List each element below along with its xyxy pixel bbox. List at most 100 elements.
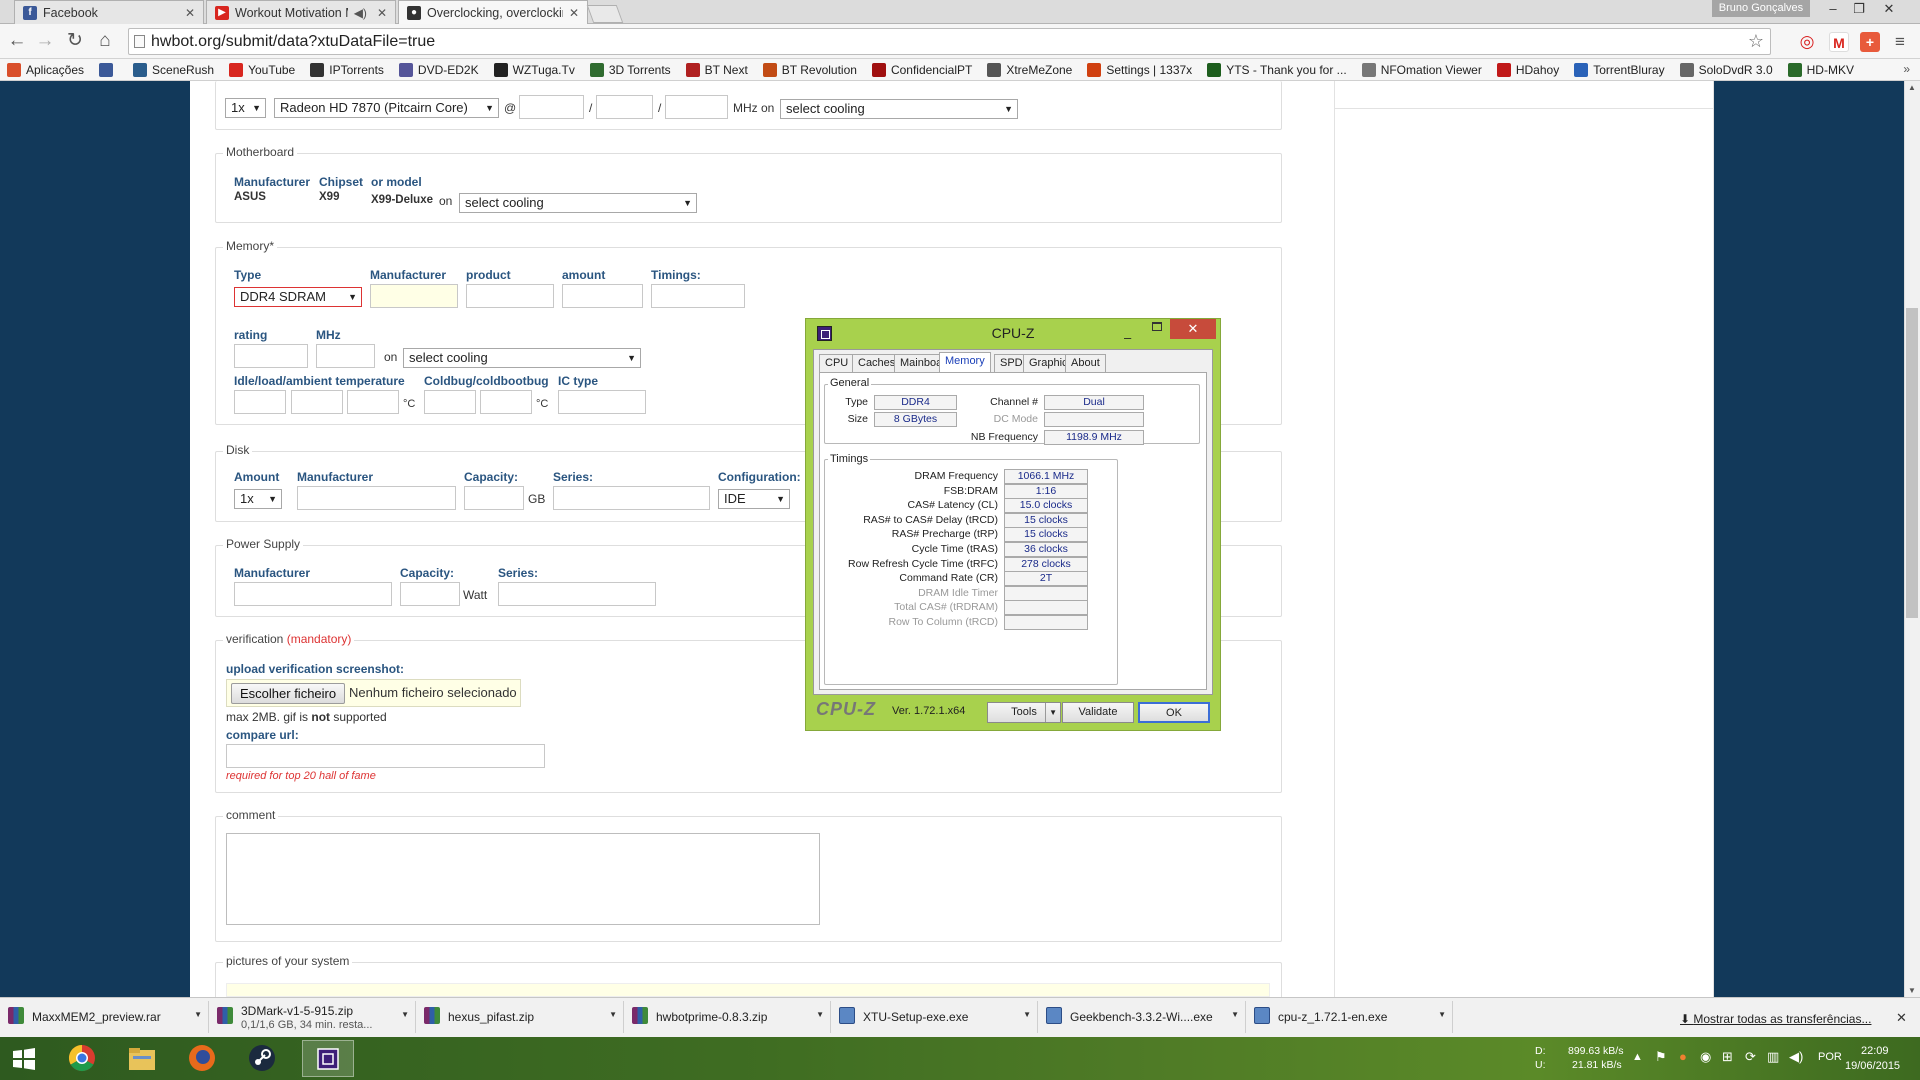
chevron-down-icon[interactable]: ▼: [194, 1010, 202, 1019]
download-item[interactable]: Geekbench-3.3.2-Wi....exe ▼: [1040, 1001, 1246, 1033]
psu-capacity-input[interactable]: [400, 582, 460, 606]
tab-workout-motivation[interactable]: ▶ Workout Motivation M ◀) ✕: [206, 0, 396, 24]
bookmark-item[interactable]: YouTube: [229, 62, 295, 77]
language-indicator[interactable]: POR: [1818, 1051, 1842, 1063]
gpu-shader-clock-input[interactable]: [596, 95, 653, 119]
chevron-down-icon[interactable]: ▼: [816, 1010, 824, 1019]
cpuz-tab-cpu[interactable]: CPU: [819, 354, 855, 372]
bookmark-item[interactable]: DVD-ED2K: [398, 62, 479, 77]
disk-capacity-input[interactable]: [464, 486, 524, 510]
bookmark-item[interactable]: YTS - Thank you for ...: [1207, 62, 1347, 77]
close-icon[interactable]: ✕: [377, 6, 387, 20]
cpuz-title-bar[interactable]: CPU-Z – ✕: [806, 319, 1220, 349]
star-icon[interactable]: ☆: [1748, 29, 1764, 54]
close-window-button[interactable]: ✕: [1874, 0, 1904, 18]
bookmark-item[interactable]: NFOmation Viewer: [1361, 62, 1482, 77]
chevron-down-icon[interactable]: ▼: [1438, 1010, 1446, 1019]
file-upload-field[interactable]: Escolher ficheiro Nenhum ficheiro seleci…: [226, 679, 521, 707]
maximize-icon[interactable]: [1152, 322, 1162, 331]
mem-ambient-temp-input[interactable]: [347, 390, 399, 414]
bookmark-item[interactable]: BT Next: [685, 62, 748, 77]
bookmark-item[interactable]: BT Revolution: [762, 62, 857, 77]
close-icon[interactable]: ✕: [1170, 319, 1216, 339]
clock-date[interactable]: 19/06/2015: [1845, 1060, 1900, 1072]
bookmark-item[interactable]: HDahoy: [1496, 62, 1559, 77]
start-button[interactable]: [2, 1040, 46, 1077]
choose-file-button[interactable]: Escolher ficheiro: [231, 683, 346, 704]
mem-type-select[interactable]: DDR4 SDRAM: [234, 287, 362, 307]
disk-manufacturer-input[interactable]: [297, 486, 456, 510]
bookmark-item[interactable]: ConfidencialPT: [871, 62, 972, 77]
scrollbar-thumb[interactable]: [1906, 308, 1918, 618]
bookmark-item[interactable]: TorrentBluray: [1574, 62, 1665, 77]
taskbar-cpuz[interactable]: [302, 1040, 354, 1077]
avast-icon[interactable]: ●: [1679, 1049, 1687, 1064]
opera-extension-icon[interactable]: ◎: [1797, 32, 1817, 52]
download-item[interactable]: hexus_pifast.zip ▼: [418, 1001, 624, 1033]
flag-icon[interactable]: ⚑: [1655, 1049, 1667, 1065]
taskbar-file-explorer[interactable]: [116, 1040, 168, 1077]
reload-icon[interactable]: ↻: [63, 30, 87, 54]
download-item[interactable]: XTU-Setup-exe.exe ▼: [833, 1001, 1038, 1033]
mem-coldbug-input[interactable]: [424, 390, 476, 414]
cpuz-tab-memory[interactable]: Memory: [939, 352, 991, 373]
tab-overclocking[interactable]: ● Overclocking, overclockin ✕: [398, 0, 588, 24]
close-icon[interactable]: ✕: [185, 6, 195, 20]
mem-ic-type-input[interactable]: [558, 390, 646, 414]
close-icon[interactable]: ✕: [569, 6, 579, 20]
bookmark-item[interactable]: 3D Torrents: [589, 62, 671, 77]
menu-icon[interactable]: ≡: [1890, 32, 1910, 52]
home-icon[interactable]: ⌂: [93, 30, 117, 54]
tools-button[interactable]: Tools ▼: [987, 702, 1061, 723]
back-arrow-icon[interactable]: ←: [5, 30, 29, 54]
forward-arrow-icon[interactable]: →: [33, 30, 57, 54]
mem-mhz-input[interactable]: [316, 344, 375, 368]
new-tab-button[interactable]: [586, 5, 624, 23]
mem-amount-input[interactable]: [562, 284, 643, 308]
mem-timings-input[interactable]: [651, 284, 745, 308]
volume-icon[interactable]: ◀): [1789, 1049, 1803, 1065]
bookmark-item[interactable]: HD-MKV: [1787, 62, 1854, 77]
bookmark-item[interactable]: XtreMeZone: [987, 62, 1072, 77]
windows-tray-icon[interactable]: ⊞: [1722, 1049, 1733, 1065]
pictures-dropzone[interactable]: [226, 983, 1270, 997]
mem-coldbootbug-input[interactable]: [480, 390, 532, 414]
restore-button[interactable]: ❐: [1844, 0, 1874, 18]
bookmark-item[interactable]: SceneRush: [133, 62, 214, 77]
bookmark-item[interactable]: IPTorrents: [310, 62, 384, 77]
profile-badge[interactable]: Bruno Gonçalves: [1712, 0, 1810, 17]
scroll-up-icon[interactable]: ▲: [1908, 83, 1916, 92]
gpu-quantity-select[interactable]: 1x: [225, 98, 266, 118]
plus-extension-icon[interactable]: +: [1860, 32, 1880, 52]
download-item[interactable]: cpu-z_1.72.1-en.exe ▼: [1248, 1001, 1453, 1033]
download-item[interactable]: 3DMark-v1-5-915.zip 0,1/1,6 GB, 34 min. r…: [211, 1001, 416, 1033]
tab-facebook[interactable]: f Facebook ✕: [14, 0, 204, 24]
download-item[interactable]: MaxxMEM2_preview.rar ▼: [2, 1001, 209, 1033]
disk-amount-select[interactable]: 1x: [234, 489, 282, 509]
sync-icon[interactable]: ⟳: [1745, 1049, 1756, 1065]
ok-button[interactable]: OK: [1138, 702, 1210, 723]
gmail-extension-icon[interactable]: M: [1829, 32, 1849, 52]
mem-product-input[interactable]: [466, 284, 554, 308]
disk-series-input[interactable]: [553, 486, 710, 510]
chevron-down-icon[interactable]: ▼: [1045, 703, 1057, 722]
tray-overflow-icon[interactable]: ▲: [1632, 1051, 1643, 1063]
network-icon[interactable]: ▥: [1767, 1049, 1779, 1065]
comment-textarea[interactable]: [226, 833, 820, 925]
download-item[interactable]: hwbotprime-0.8.3.zip ▼: [626, 1001, 831, 1033]
clock-time[interactable]: 22:09: [1861, 1045, 1889, 1057]
bookmark-item[interactable]: [99, 62, 118, 77]
mem-manufacturer-input[interactable]: [370, 284, 458, 308]
bookmark-item[interactable]: Aplicações: [7, 62, 84, 77]
chevron-down-icon[interactable]: ▼: [609, 1010, 617, 1019]
scroll-down-icon[interactable]: ▼: [1908, 986, 1916, 995]
chevron-down-icon[interactable]: ▼: [1231, 1010, 1239, 1019]
taskbar-firefox[interactable]: [176, 1040, 228, 1077]
compare-url-input[interactable]: [226, 744, 545, 768]
chevron-down-icon[interactable]: ▼: [1023, 1010, 1031, 1019]
bookmark-item[interactable]: Settings | 1337x: [1087, 62, 1192, 77]
bookmark-item[interactable]: SoloDvdR 3.0: [1679, 62, 1773, 77]
psu-series-input[interactable]: [498, 582, 656, 606]
disk-configuration-select[interactable]: IDE: [718, 489, 790, 509]
cpuz-tab-about[interactable]: About: [1065, 354, 1106, 372]
